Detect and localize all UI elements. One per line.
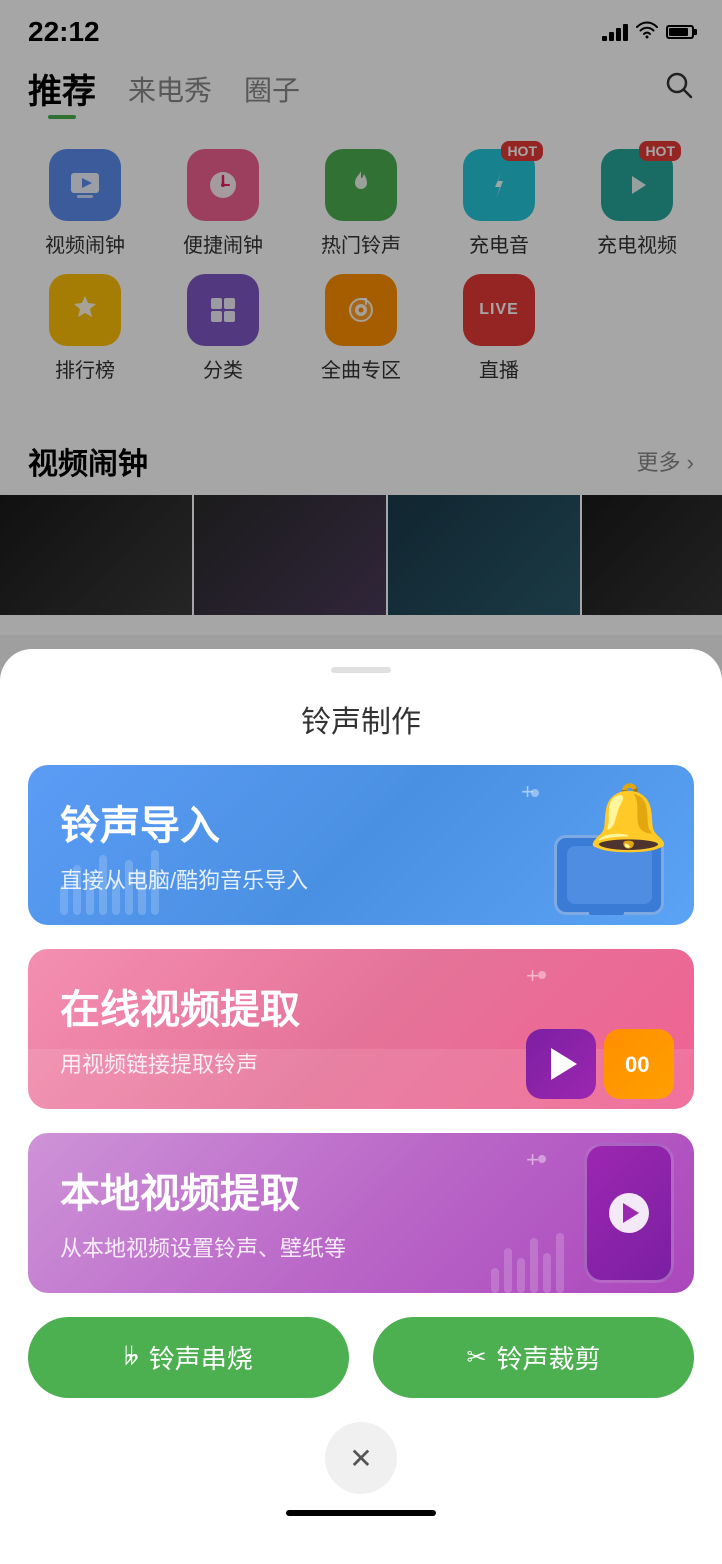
ringtone-cut-button[interactable]: ✂ 铃声裁剪	[373, 1317, 694, 1398]
card-local-subtitle: 从本地视频设置铃声、壁纸等	[60, 1231, 662, 1263]
card-online-extract[interactable]: + 在线视频提取 用视频链接提取铃声 00	[28, 949, 694, 1109]
card-local-title: 本地视频提取	[60, 1161, 662, 1219]
phone-icon	[584, 1143, 674, 1283]
bottom-sheet: 铃声制作 + 铃声导入 直接从电脑/酷狗音乐导入	[0, 649, 722, 1564]
sheet-title: 铃声制作	[0, 681, 722, 765]
card-import-illus: 🔔	[524, 795, 674, 915]
play-icon	[526, 1029, 596, 1099]
phone-play-button	[609, 1193, 649, 1233]
home-bar	[286, 1510, 436, 1516]
card-container: + 铃声导入 直接从电脑/酷狗音乐导入 🔔 +	[0, 765, 722, 1293]
svg-text:00: 00	[625, 1052, 649, 1077]
card-local-illus	[584, 1143, 674, 1283]
card-online-illus: 00	[526, 1029, 674, 1099]
video-illus: 00	[526, 1029, 674, 1099]
close-button-wrap: ✕	[0, 1422, 722, 1494]
ringtone-mix-label: 铃声串烧	[149, 1339, 253, 1376]
close-button[interactable]: ✕	[325, 1422, 397, 1494]
bottom-buttons: 𝄫 铃声串烧 ✂ 铃声裁剪	[0, 1293, 722, 1398]
kugou-icon: 00	[604, 1029, 674, 1099]
home-indicator	[0, 1494, 722, 1524]
play-triangle	[551, 1048, 577, 1080]
ringtone-cut-icon: ✂	[466, 1343, 486, 1372]
phone-play-triangle	[623, 1203, 639, 1223]
card-ringtone-import[interactable]: + 铃声导入 直接从电脑/酷狗音乐导入 🔔	[28, 765, 694, 925]
bell-icon: 🔔	[588, 785, 669, 850]
card-online-title: 在线视频提取	[60, 977, 662, 1035]
ringtone-mix-icon: 𝄫	[124, 1344, 138, 1372]
ringtone-cut-label: 铃声裁剪	[497, 1339, 601, 1376]
sheet-handle	[331, 667, 391, 673]
card-local-extract[interactable]: + 本地视频提取 从本地视频设置铃声、壁纸等	[28, 1133, 694, 1293]
ringtone-mix-button[interactable]: 𝄫 铃声串烧	[28, 1317, 349, 1398]
